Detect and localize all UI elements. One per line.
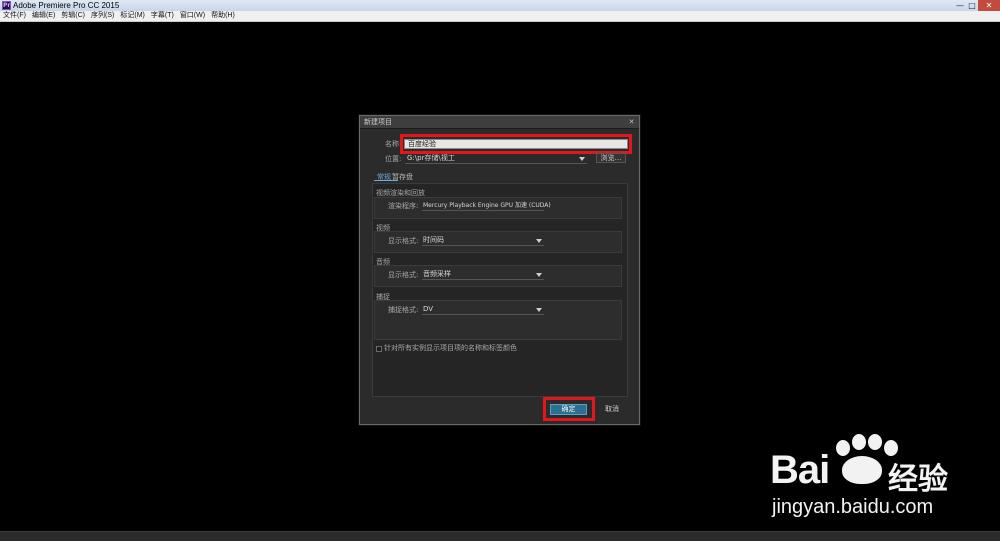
show-label-color-checkbox[interactable] bbox=[376, 346, 382, 352]
show-label-color-text: 针对所有实例显示项目项的名称和标签颜色 bbox=[384, 344, 517, 352]
location-label: 位置: bbox=[385, 155, 402, 163]
chevron-down-icon bbox=[579, 157, 585, 161]
watermark-url: jingyan.baidu.com bbox=[772, 496, 934, 518]
name-label: 名称: bbox=[385, 140, 402, 148]
renderer-dropdown[interactable]: Mercury Playback Engine GPU 加速 (CUDA) bbox=[422, 201, 551, 211]
menu-title[interactable]: 字幕(T) bbox=[148, 11, 177, 21]
renderer-label: 渲染程序: bbox=[388, 202, 419, 210]
name-highlight-box bbox=[400, 134, 632, 154]
jingyan-text: 经验 bbox=[888, 462, 948, 497]
video-display-format-dropdown[interactable]: 时间码 bbox=[422, 236, 544, 246]
close-button[interactable]: ✕ bbox=[978, 0, 1000, 11]
menu-window[interactable]: 窗口(W) bbox=[177, 11, 208, 21]
status-bar bbox=[0, 531, 1000, 541]
dialog-close-icon[interactable]: ✕ bbox=[627, 118, 636, 126]
location-value: G:\pr存储\视工 bbox=[407, 154, 455, 162]
menu-help[interactable]: 帮助(H) bbox=[208, 11, 238, 21]
video-display-format-value: 时间码 bbox=[423, 236, 444, 244]
premiere-app-icon: Pr bbox=[2, 1, 11, 10]
menu-bar: 文件(F) 编辑(E) 剪辑(C) 序列(S) 标记(M) 字幕(T) 窗口(W… bbox=[0, 11, 1000, 22]
browse-button[interactable]: 浏览... bbox=[596, 153, 626, 163]
capture-format-value: DV bbox=[423, 305, 434, 313]
chevron-down-icon bbox=[536, 239, 542, 243]
audio-display-format-dropdown[interactable]: 音频采样 bbox=[422, 270, 544, 280]
capture-format-label: 捕捉格式: bbox=[388, 306, 419, 314]
app-title: Adobe Premiere Pro CC 2015 bbox=[13, 1, 120, 10]
menu-file[interactable]: 文件(F) bbox=[0, 11, 29, 21]
tab-scratch-disks[interactable]: 暂存盘 bbox=[392, 172, 413, 182]
location-dropdown[interactable]: G:\pr存储\视工 bbox=[405, 154, 587, 164]
menu-clip[interactable]: 剪辑(C) bbox=[58, 11, 88, 21]
menu-edit[interactable]: 编辑(E) bbox=[29, 11, 58, 21]
dialog-title: 新建项目 bbox=[364, 118, 392, 126]
minimize-button[interactable]: — bbox=[954, 0, 966, 11]
capture-format-dropdown[interactable]: DV bbox=[422, 305, 544, 315]
menu-sequence[interactable]: 序列(S) bbox=[88, 11, 117, 21]
chevron-down-icon bbox=[536, 308, 542, 312]
chevron-down-icon bbox=[536, 273, 542, 277]
cancel-button[interactable]: 取消 bbox=[600, 404, 624, 415]
dialog-title-bar: 新建项目 ✕ bbox=[360, 116, 639, 129]
baidu-jingyan-watermark: Bai 经验 jingyan.baidu.com bbox=[770, 428, 990, 528]
audio-display-format-value: 音频采样 bbox=[423, 270, 451, 278]
baidu-brand-text: Bai bbox=[770, 448, 830, 492]
audio-display-format-label: 显示格式: bbox=[388, 271, 419, 279]
renderer-value: Mercury Playback Engine GPU 加速 (CUDA) bbox=[423, 202, 551, 209]
menu-marker[interactable]: 标记(M) bbox=[117, 11, 148, 21]
ok-highlight-box bbox=[543, 397, 595, 421]
maximize-button[interactable]: □ bbox=[966, 0, 978, 11]
window-controls: — □ ✕ bbox=[954, 0, 1000, 11]
video-display-format-label: 显示格式: bbox=[388, 237, 419, 245]
